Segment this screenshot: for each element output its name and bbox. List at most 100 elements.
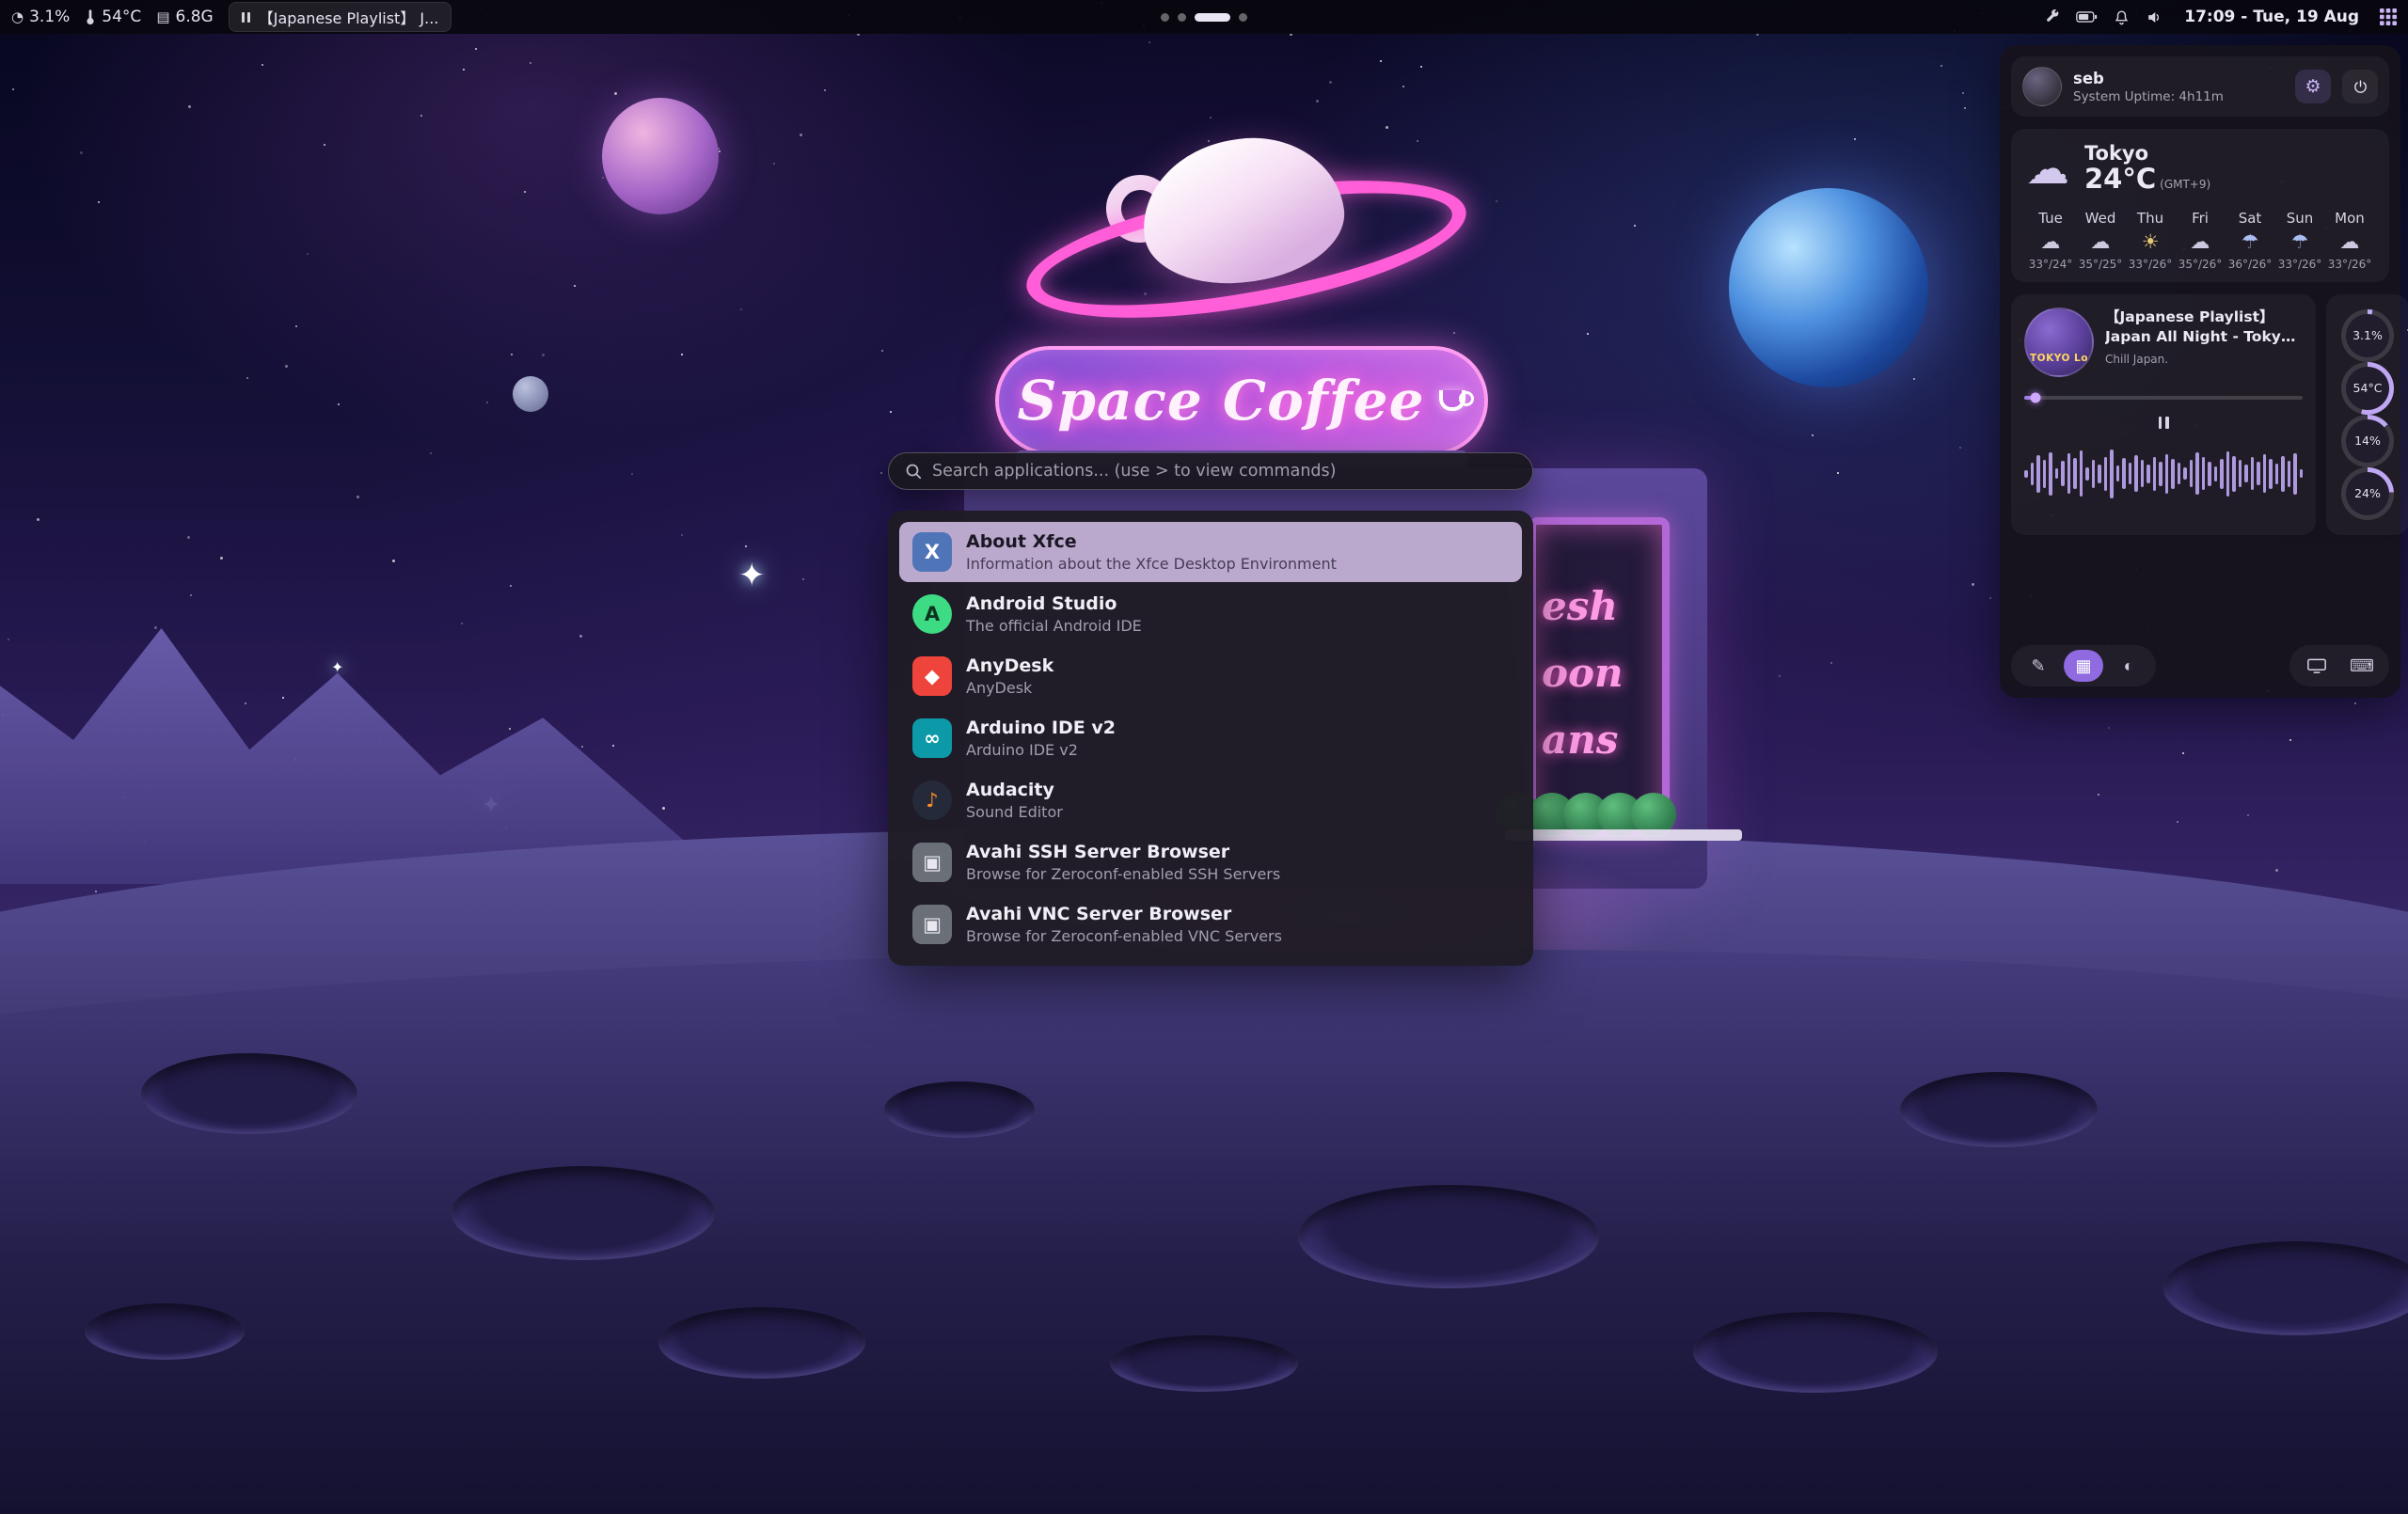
app-desc: Browse for Zeroconf-enabled SSH Servers [966,865,1280,883]
clock[interactable]: 17:09 - Tue, 19 Aug [2184,8,2359,26]
display-icon [2307,658,2326,674]
app-desc: Arduino IDE v2 [966,741,1116,759]
temperature-value: 54°C [102,8,141,26]
temperature-gauge: 54°C [2341,362,2394,415]
forecast-mon: Mon☁33°/26° [2325,210,2374,271]
forecast-wed: Wed☁35°/25° [2076,210,2125,271]
avahi-vnc-icon: ▣ [912,905,952,944]
app-item-avahi-vnc-server-browser[interactable]: ▣Avahi VNC Server BrowserBrowse for Zero… [899,894,1522,954]
notifications-bell-icon[interactable] [2113,8,2131,26]
gear-icon: ⚙ [2305,76,2321,98]
tools-tray-icon[interactable] [2044,8,2061,25]
seek-bar[interactable] [2024,396,2303,400]
results-list: XAbout XfceInformation about the Xfce De… [888,511,1533,966]
avatar[interactable] [2022,67,2062,106]
moon-surface-front [0,950,2408,1514]
media-player: TOKYO Lo 【Japanese Playlist】 Japan All N… [2011,294,2316,535]
thermometer-icon [85,8,96,25]
weather-timezone: (GMT+9) [2160,178,2210,191]
disk-gauge: 24% [2341,467,2394,520]
seek-knob[interactable] [2030,392,2040,402]
memory-indicator[interactable]: ▤ 6.8G [156,8,213,26]
app-title: About Xfce [966,531,1337,552]
theme-button[interactable]: ◐ [2109,650,2148,682]
cloud-icon: ☁ [2091,232,2111,252]
theme-icon: ◐ [2124,656,2134,676]
app-title: Android Studio [966,593,1142,614]
power-icon [2353,79,2368,95]
app-grid-icon[interactable] [2380,8,2397,25]
memory-gauge: 14% [2341,415,2394,467]
app-item-audacity[interactable]: ♪AudacitySound Editor [899,770,1522,830]
keyboard-icon: ⌨ [2350,656,2374,676]
rain-icon: ☂ [2291,232,2309,252]
pause-button[interactable] [2149,411,2178,435]
apps-button[interactable]: ▦ [2064,650,2103,682]
workspace-dot[interactable] [1239,13,1247,22]
power-button[interactable] [2342,70,2378,103]
forecast-sun: Sun☂33°/26° [2275,210,2324,271]
apps-grid-icon: ▦ [2075,656,2091,676]
sparkle-star-icon: ✦ [738,557,766,594]
volume-icon[interactable] [2146,8,2163,26]
forecast-tue: Tue☁33°/24° [2026,210,2075,271]
anydesk-icon: ◆ [912,656,952,696]
battery-icon[interactable] [2076,10,2098,24]
weather-widget: ☁ Tokyo 24°C(GMT+9) Tue☁33°/24°Wed☁35°/2… [2011,129,2389,282]
neon-sign-text: Space Coffee [1018,369,1425,433]
search-icon [904,462,923,481]
memory-icon: ▤ [156,8,169,25]
username: seb [2073,70,2284,87]
shop-window: eshoonans [1529,517,1670,837]
temperature-indicator[interactable]: 54°C [85,8,141,26]
app-desc: AnyDesk [966,679,1054,697]
neon-sign: Space Coffee [995,346,1488,455]
album-art[interactable]: TOKYO Lo [2024,308,2094,377]
cloud-icon: ☁ [2041,232,2061,252]
search-bar[interactable] [888,452,1533,490]
audacity-icon: ♪ [912,781,952,820]
screencast-button[interactable] [2297,650,2337,682]
app-launcher: XAbout XfceInformation about the Xfce De… [888,452,1533,966]
weather-temperature: 24°C [2084,163,2156,195]
space-coffee-cup [1110,132,1392,339]
media-chip[interactable]: 【Japanese Playlist】 J... [229,2,452,32]
waveform-visualizer [2024,445,2303,503]
memory-value: 6.8G [176,8,214,26]
pause-icon [242,12,250,23]
app-title: AnyDesk [966,655,1054,676]
settings-button[interactable]: ⚙ [2295,70,2331,103]
keyboard-button[interactable]: ⌨ [2342,650,2382,682]
purple-planet [602,98,719,214]
earth-planet [1729,188,1928,387]
avahi-ssh-icon: ▣ [912,843,952,882]
edit-button[interactable]: ✎ [2019,650,2058,682]
app-item-anydesk[interactable]: ◆ AnyDesk AnyDesk [899,646,1522,706]
cpu-gauge-icon: ◔ [11,8,24,25]
cpu-indicator[interactable]: ◔ 3.1% [11,8,70,26]
app-item-avahi-ssh-server-browser[interactable]: ▣Avahi SSH Server BrowserBrowse for Zero… [899,832,1522,892]
control-panel: seb System Uptime: 4h11m ⚙ ☁ Tokyo 24°C(… [2000,45,2400,698]
coffee-cup-icon [1439,390,1465,411]
panel-actions: ✎ ▦ ◐ ⌨ [2011,645,2389,686]
cloud-icon: ☁ [2191,232,2210,252]
app-desc: Information about the Xfce Desktop Envir… [966,555,1337,573]
window-neon-text: eshoonans [1536,525,1662,763]
app-item-about-xfce[interactable]: XAbout XfceInformation about the Xfce De… [899,522,1522,582]
app-item-arduino-ide-v2[interactable]: ∞Arduino IDE v2Arduino IDE v2 [899,708,1522,768]
cpu-gauge: 3.1% [2341,309,2394,362]
app-desc: Browse for Zeroconf-enabled VNC Servers [966,927,1282,945]
search-input[interactable] [932,462,1517,481]
forecast-sat: Sat☂36°/26° [2226,210,2274,271]
app-desc: Sound Editor [966,803,1063,821]
workspace-dot[interactable] [1161,13,1169,22]
workspace-dot-active[interactable] [1195,13,1230,22]
arduino-icon: ∞ [912,718,952,758]
workspace-indicator[interactable] [1161,0,1247,34]
workspace-dot[interactable] [1178,13,1186,22]
app-item-android-studio[interactable]: AAndroid StudioThe official Android IDE [899,584,1522,644]
track-title: 【Japanese Playlist】 Japan All Night - To… [2105,308,2303,347]
system-uptime: System Uptime: 4h11m [2073,89,2284,104]
media-zone: TOKYO Lo 【Japanese Playlist】 Japan All N… [2011,294,2389,535]
quick-actions-right: ⌨ [2289,645,2389,686]
